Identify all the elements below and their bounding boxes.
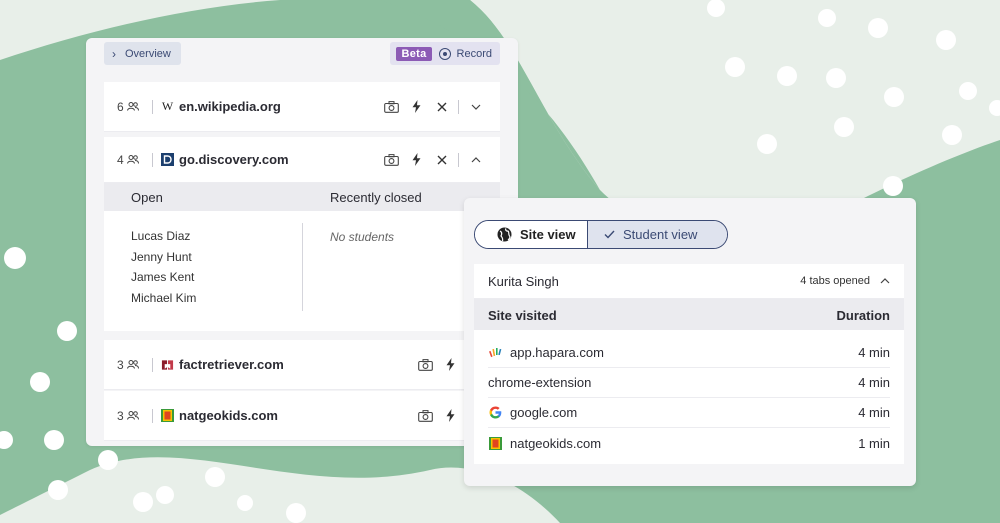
site-row[interactable]: 6 W en.wikipedia.org [104, 82, 500, 132]
visited-site: app.hapara.com [510, 345, 604, 360]
visit-duration: 1 min [858, 435, 890, 451]
close-icon[interactable] [429, 150, 454, 170]
lightning-icon[interactable] [438, 406, 463, 426]
site-name: en.wikipedia.org [179, 99, 281, 114]
natgeo-icon [161, 409, 174, 422]
beta-badge: Beta [396, 46, 432, 61]
site-view-button[interactable]: Site view [475, 221, 588, 248]
student-view-panel: Site view Student view Kurita Singh 4 ta… [464, 198, 916, 486]
visits-columns-header: Site visited Duration [474, 299, 904, 330]
chevron-right-icon: › [112, 46, 116, 61]
no-students-text: No students [330, 230, 395, 244]
divider [152, 408, 153, 423]
camera-icon[interactable] [413, 355, 438, 375]
student-count: 6 [117, 100, 145, 114]
student-name: Kurita Singh [488, 273, 559, 289]
table-row[interactable]: natgeokids.com 1 min [488, 428, 890, 458]
lightning-icon[interactable] [438, 355, 463, 375]
divider [152, 152, 153, 167]
site-view-label: Site view [520, 227, 576, 242]
site-row-expanded[interactable]: 4 go.discovery.com [104, 137, 500, 183]
student-count-value: 6 [117, 99, 124, 114]
lightning-icon[interactable] [404, 150, 429, 170]
visit-duration: 4 min [858, 405, 890, 420]
discovery-d-icon [161, 153, 174, 166]
student-count-value: 3 [117, 357, 124, 372]
view-toggle: Site view Student view [474, 220, 728, 249]
hapara-icon [488, 346, 502, 360]
recently-closed-header: Recently closed [330, 190, 422, 205]
expanded-body: Lucas Diaz Jenny Hunt James Kent Michael… [104, 211, 500, 331]
globe-icon [497, 227, 512, 242]
chevron-up-icon[interactable] [463, 150, 488, 170]
record-button[interactable]: Record [438, 47, 492, 60]
visit-duration: 4 min [858, 345, 890, 360]
tabs-opened-count: 4 tabs opened [800, 275, 870, 287]
divider [302, 223, 303, 311]
people-icon [126, 102, 139, 111]
camera-icon[interactable] [379, 97, 404, 117]
open-header: Open [131, 190, 163, 205]
site-row[interactable]: 3 natgeokids.com [104, 391, 500, 441]
beta-record-group: Beta Record [390, 42, 500, 65]
list-item[interactable]: Lucas Diaz [131, 229, 196, 250]
checkmark-icon [604, 230, 615, 239]
student-card: Kurita Singh 4 tabs opened Site visited … [474, 264, 904, 464]
site-row[interactable]: 3 factretriever.com [104, 340, 500, 390]
student-count-value: 4 [117, 152, 124, 167]
duration-header: Duration [836, 308, 890, 323]
student-count: 3 [117, 409, 145, 423]
student-count: 3 [117, 358, 145, 372]
open-student-list: Lucas Diaz Jenny Hunt James Kent Michael… [131, 229, 196, 311]
list-item[interactable]: James Kent [131, 270, 196, 291]
overview-button[interactable]: › Overview [104, 42, 181, 65]
site-name: natgeokids.com [179, 408, 278, 423]
natgeo-icon [488, 436, 502, 450]
table-row[interactable]: app.hapara.com 4 min [488, 338, 890, 368]
factretriever-icon [161, 358, 174, 371]
close-icon[interactable] [429, 97, 454, 117]
camera-icon[interactable] [413, 406, 438, 426]
divider [458, 152, 459, 167]
expanded-columns-header: Open Recently closed [104, 183, 500, 211]
google-g-icon [488, 406, 502, 420]
lightning-icon[interactable] [404, 97, 429, 117]
people-icon [126, 155, 139, 164]
visited-site: google.com [510, 405, 578, 420]
visit-duration: 4 min [858, 375, 890, 390]
divider [152, 99, 153, 114]
visited-site: natgeokids.com [510, 435, 602, 451]
student-count: 4 [117, 153, 145, 167]
divider [152, 357, 153, 372]
list-item[interactable]: Jenny Hunt [131, 250, 196, 271]
wikipedia-w-icon: W [161, 99, 174, 113]
student-count-value: 3 [117, 408, 124, 423]
chevron-down-icon[interactable] [463, 97, 488, 117]
row-actions [379, 150, 488, 170]
camera-icon[interactable] [379, 150, 404, 170]
list-item[interactable]: Michael Kim [131, 291, 196, 312]
people-icon [126, 360, 139, 369]
overview-label: Overview [125, 47, 171, 60]
site-name: factretriever.com [179, 357, 284, 372]
site-visited-header: Site visited [488, 308, 557, 323]
table-row[interactable]: chrome-extension 4 min [488, 368, 890, 398]
record-icon [438, 47, 451, 60]
table-row[interactable]: google.com 4 min [488, 398, 890, 428]
people-icon [126, 411, 139, 420]
visited-site: chrome-extension [488, 375, 592, 390]
panel-topbar: › Overview Beta Record [86, 38, 518, 70]
site-list-panel: › Overview Beta Record 6 W en.wikipedia.… [86, 38, 518, 446]
record-label: Record [456, 47, 492, 60]
student-view-label: Student view [623, 227, 698, 242]
student-view-button[interactable]: Student view [588, 221, 727, 248]
chevron-up-icon[interactable] [880, 278, 890, 284]
divider [458, 99, 459, 114]
row-actions [379, 97, 488, 117]
site-name: go.discovery.com [179, 152, 289, 167]
student-card-header[interactable]: Kurita Singh 4 tabs opened [474, 264, 904, 299]
